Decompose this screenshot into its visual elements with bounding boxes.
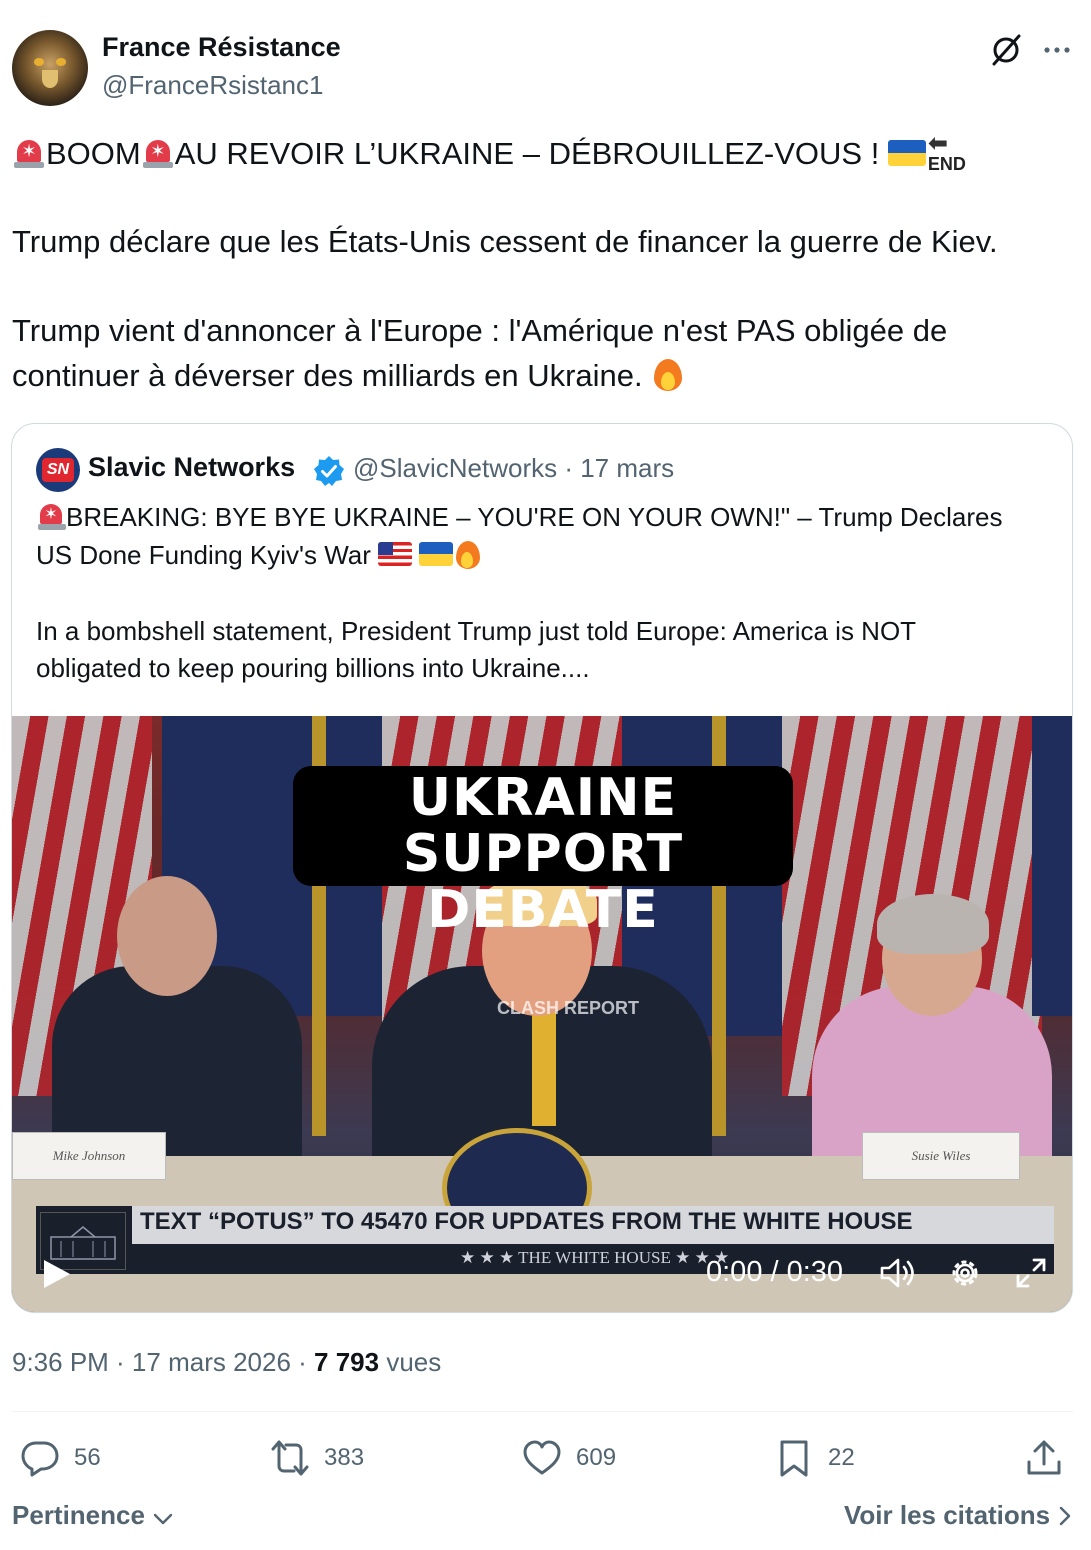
bookmark-button[interactable]: 22	[774, 1434, 855, 1482]
author-display-name[interactable]: France Résistance	[102, 32, 341, 63]
video-player[interactable]: Mike Johnson Susie Wiles CLASH REPORT UK…	[12, 716, 1072, 1312]
play-icon[interactable]	[38, 1256, 74, 1292]
like-button[interactable]: 609	[522, 1434, 616, 1482]
verified-badge-icon	[314, 456, 344, 486]
tweet-text-line-3: Trump vient d'annoncer à l'Europe : l'Am…	[12, 313, 948, 348]
heart-icon	[523, 1440, 561, 1475]
tweet-text-line-1: ✶ BOOM ✶ AU REVOIR L’UKRAINE – DÉBROUILLEZ-…	[12, 130, 968, 175]
reply-button[interactable]: 56	[20, 1434, 101, 1482]
tweet-headline-text: AU REVOIR L’UKRAINE – DÉBROUILLEZ-VOUS !	[174, 136, 888, 171]
video-title-line-2: DEBATE	[427, 880, 659, 940]
view-count: 7 793	[314, 1347, 380, 1377]
quoted-handle-date[interactable]: @SlavicNetworks · 17 mars	[353, 453, 674, 484]
reply-count: 56	[74, 1444, 101, 1471]
settings-gear-icon[interactable]	[946, 1254, 984, 1292]
quoted-text-line-3: In a bombshell statement, President Trum…	[36, 616, 917, 646]
siren-emoji-icon: ✶	[36, 502, 66, 530]
quoted-author-avatar[interactable]: SN	[36, 448, 80, 492]
video-title-line-1: UKRAINE SUPPORT	[402, 768, 684, 884]
avatar-eye-left	[34, 58, 44, 66]
ukraine-flag-icon	[419, 542, 454, 566]
quoted-text-line-1: ✶ BREAKING: BYE BYE UKRAINE – YOU'RE ON Y…	[36, 502, 1002, 533]
quoted-text-line-4: obligated to keep pouring billions into …	[36, 653, 590, 683]
news-ticker-subtext: ★ ★ ★ THE WHITE HOUSE ★ ★ ★	[460, 1248, 730, 1267]
like-count: 609	[576, 1444, 617, 1471]
more-options-icon[interactable]	[1040, 36, 1074, 64]
author-avatar[interactable]	[12, 30, 88, 106]
quoted-text-line-1-text: BREAKING: BYE BYE UKRAINE – YOU'RE ON YO…	[66, 502, 1003, 532]
tweet-text-line-4-text: continuer à déverser des milliards en Uk…	[12, 358, 652, 393]
flag-backdrop	[1032, 716, 1072, 1016]
divider	[12, 1411, 1073, 1412]
avatar-eye-right	[56, 58, 66, 66]
author-handle[interactable]: @FranceRsistanc1	[102, 70, 323, 101]
fire-emoji-icon	[651, 358, 685, 392]
tweet-text-line-2: Trump déclare que les États-Unis cessent…	[12, 224, 998, 259]
nameplate-left: Mike Johnson	[12, 1132, 166, 1180]
fire-emoji-icon	[453, 540, 483, 570]
fullscreen-icon[interactable]	[1014, 1256, 1048, 1290]
reply-icon	[21, 1441, 59, 1477]
tweet-text-line-4: continuer à déverser des milliards en Uk…	[12, 358, 685, 394]
end-arrow-label: END	[927, 154, 966, 174]
view-label: vues	[379, 1347, 442, 1377]
tweet-boom-text: BOOM	[46, 136, 141, 171]
quoted-tweet-card[interactable]: SN Slavic Networks @SlavicNetworks · 17 …	[11, 423, 1073, 1313]
bookmark-icon	[780, 1440, 808, 1477]
quoted-avatar-logo: SN	[42, 458, 74, 482]
person-left-head	[117, 876, 217, 996]
sort-dropdown[interactable]: Pertinence	[12, 1500, 174, 1531]
video-time: 0:00 / 0:30	[706, 1256, 844, 1288]
repost-button[interactable]: 383	[270, 1434, 364, 1482]
ukraine-flag-icon	[887, 140, 926, 166]
sort-label: Pertinence	[12, 1500, 145, 1530]
quoted-text-line-2-text: US Done Funding Kyiv's War	[36, 540, 379, 570]
quoted-text-line-2: US Done Funding Kyiv's War	[36, 540, 483, 571]
view-quotes-link[interactable]: Voir les citations	[844, 1500, 1073, 1531]
bookmark-count: 22	[828, 1444, 855, 1471]
tweet-timestamp[interactable]: 9:36 PM · 17 mars 2026 ·	[12, 1347, 314, 1377]
siren-emoji-icon: ✶	[12, 138, 46, 168]
view-quotes-label: Voir les citations	[844, 1500, 1051, 1530]
siren-emoji-icon: ✶	[141, 138, 175, 168]
share-button[interactable]	[1024, 1434, 1064, 1482]
video-title: UKRAINE SUPPORT DEBATE	[293, 770, 793, 938]
volume-icon[interactable]	[878, 1256, 918, 1290]
tweet-meta: 9:36 PM · 17 mars 2026 · 7 793 vues	[12, 1347, 441, 1378]
repost-count: 383	[324, 1444, 365, 1471]
avatar-beak	[42, 70, 58, 88]
news-ticker-text: TEXT “POTUS” TO 45470 FOR UPDATES FROM T…	[140, 1208, 913, 1235]
chevron-down-icon	[153, 1513, 173, 1525]
us-flag-icon	[378, 542, 413, 566]
end-arrow-icon: ⬅ END	[927, 130, 966, 175]
chevron-right-icon	[1060, 1506, 1071, 1526]
quoted-author-name[interactable]: Slavic Networks	[88, 452, 295, 483]
grok-icon[interactable]	[988, 32, 1024, 68]
nameplate-right: Susie Wiles	[862, 1132, 1020, 1180]
share-icon	[1027, 1440, 1061, 1475]
video-watermark: CLASH REPORT	[497, 998, 640, 1018]
person-right-hair	[877, 894, 989, 954]
repost-icon	[271, 1440, 309, 1476]
